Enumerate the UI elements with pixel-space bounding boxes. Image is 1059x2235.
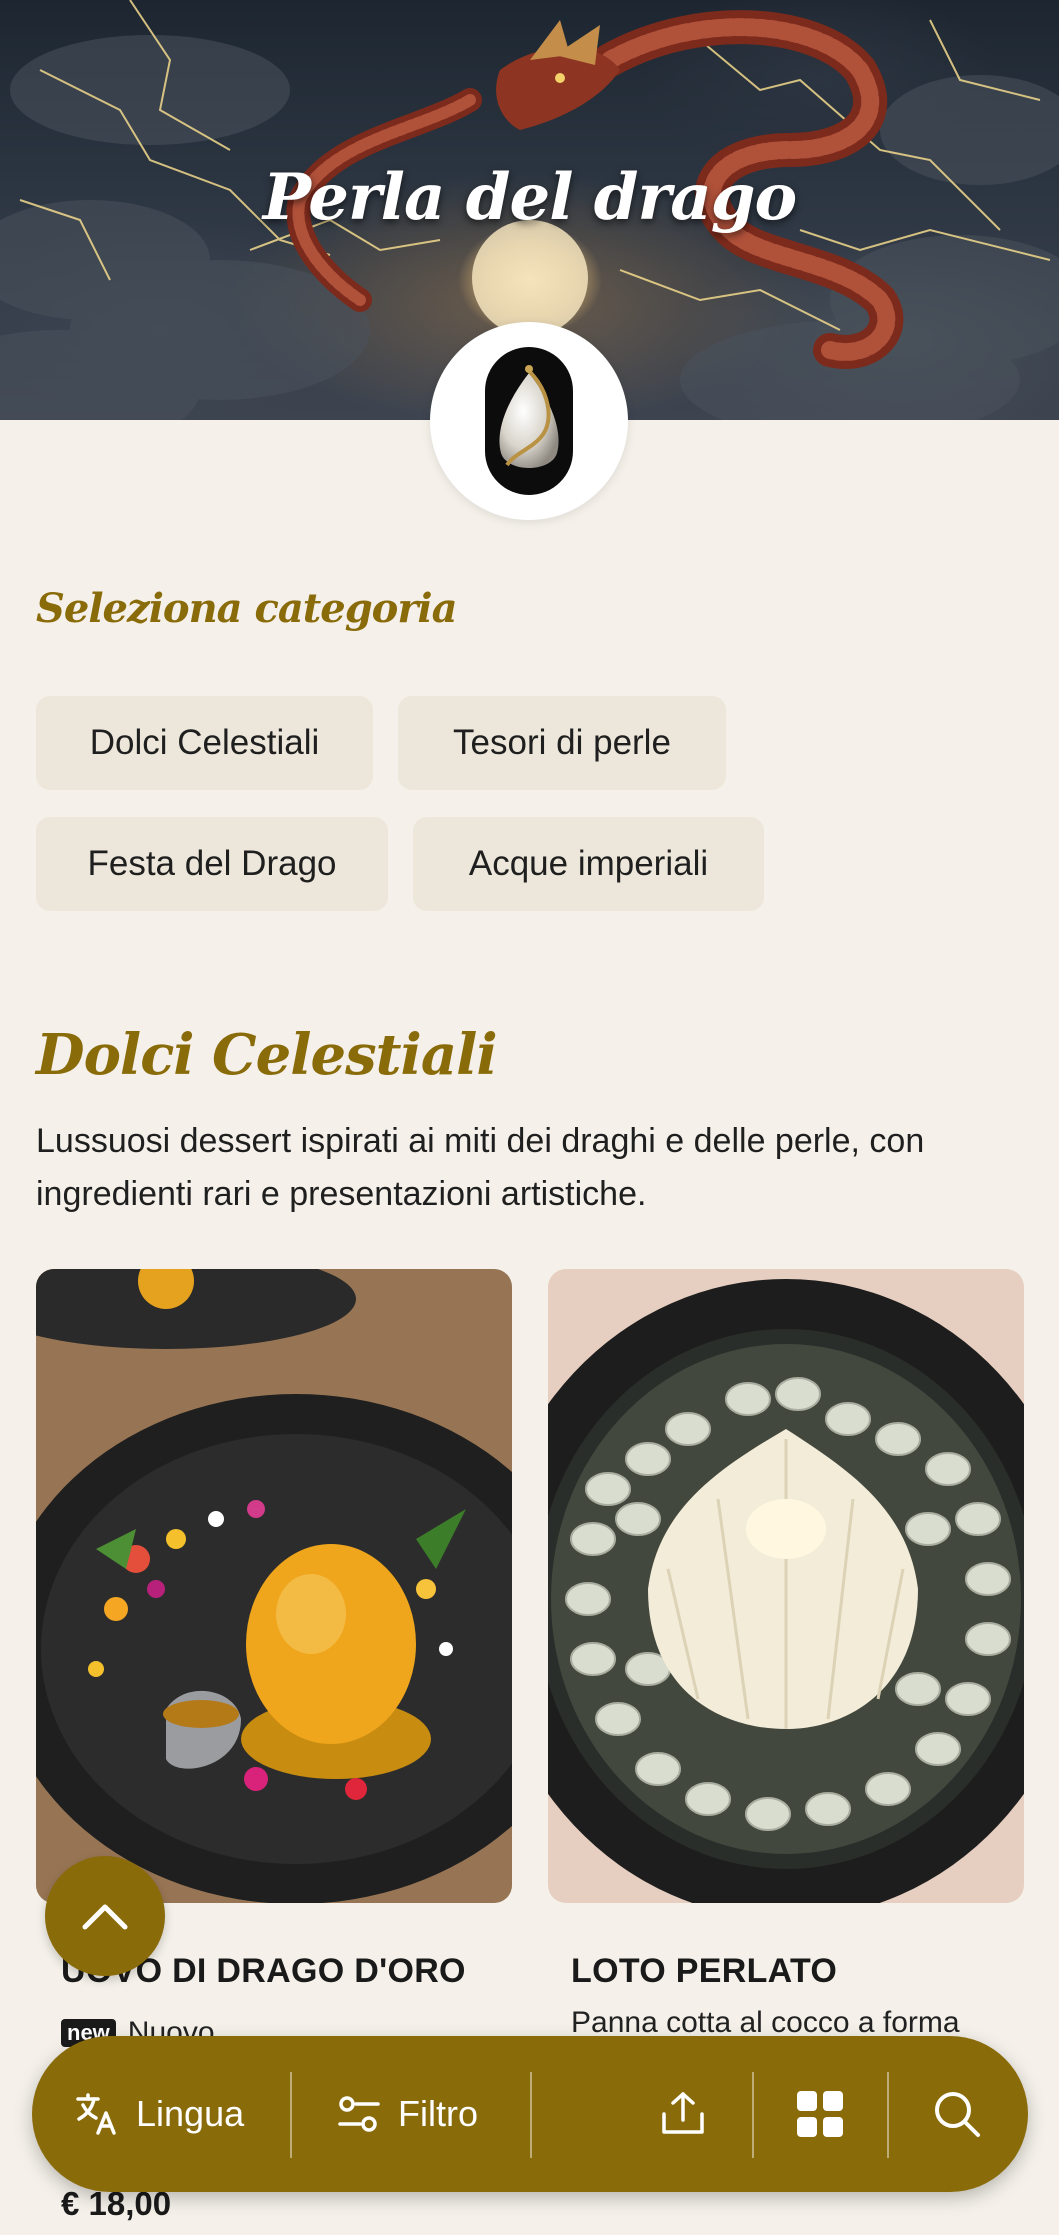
language-label: Lingua xyxy=(136,2093,245,2134)
restaurant-logo xyxy=(430,322,628,520)
bottom-toolbar: Lingua Filtro xyxy=(32,2036,1028,2192)
share-button[interactable] xyxy=(658,2036,724,2192)
pearl-logo-icon xyxy=(499,365,559,468)
filter-label: Filtro xyxy=(398,2093,478,2134)
category-description: Lussuosi dessert ispirati ai miti dei dr… xyxy=(36,1122,925,1213)
chip-label: Dolci Celestiali xyxy=(89,723,320,762)
filter-icon xyxy=(338,2096,380,2132)
chevron-up-icon xyxy=(82,1904,128,1930)
grid-view-button[interactable] xyxy=(795,2036,861,2192)
item-description: Panna cotta al cocco a forma xyxy=(571,2006,960,2039)
search-icon xyxy=(935,2092,980,2137)
category-chip-acque-imperiali[interactable]: Acque imperiali xyxy=(413,817,764,911)
share-icon xyxy=(662,2092,704,2134)
chip-label: Acque imperiali xyxy=(468,844,709,883)
grid-icon xyxy=(797,2091,843,2137)
category-selector-label: Seleziona categoria xyxy=(36,585,458,632)
toolbar-divider xyxy=(752,2072,754,2158)
item-image-loto-perlato[interactable] xyxy=(548,1269,1024,1903)
category-chip-dolci-celestiali[interactable]: Dolci Celestiali xyxy=(36,696,373,790)
category-title: Dolci Celestiali xyxy=(36,1022,498,1088)
toolbar-divider xyxy=(530,2072,532,2158)
translate-icon xyxy=(76,2093,116,2135)
item-image-uovo-di-drago[interactable] xyxy=(36,1269,512,1903)
scroll-to-top-button[interactable] xyxy=(45,1856,165,1976)
chip-label: Tesori di perle xyxy=(453,723,671,762)
chip-label: Festa del Drago xyxy=(87,844,337,883)
category-chip-festa-del-drago[interactable]: Festa del Drago xyxy=(36,817,388,911)
search-button[interactable] xyxy=(932,2036,998,2192)
language-button[interactable]: Lingua xyxy=(74,2036,244,2192)
filter-button[interactable]: Filtro xyxy=(336,2036,478,2192)
category-chip-tesori-di-perle[interactable]: Tesori di perle xyxy=(398,696,726,790)
toolbar-divider xyxy=(887,2072,889,2158)
page-title: Perla del drago xyxy=(262,160,797,235)
item-name: LOTO PERLATO xyxy=(571,1952,838,1990)
toolbar-divider xyxy=(290,2072,292,2158)
